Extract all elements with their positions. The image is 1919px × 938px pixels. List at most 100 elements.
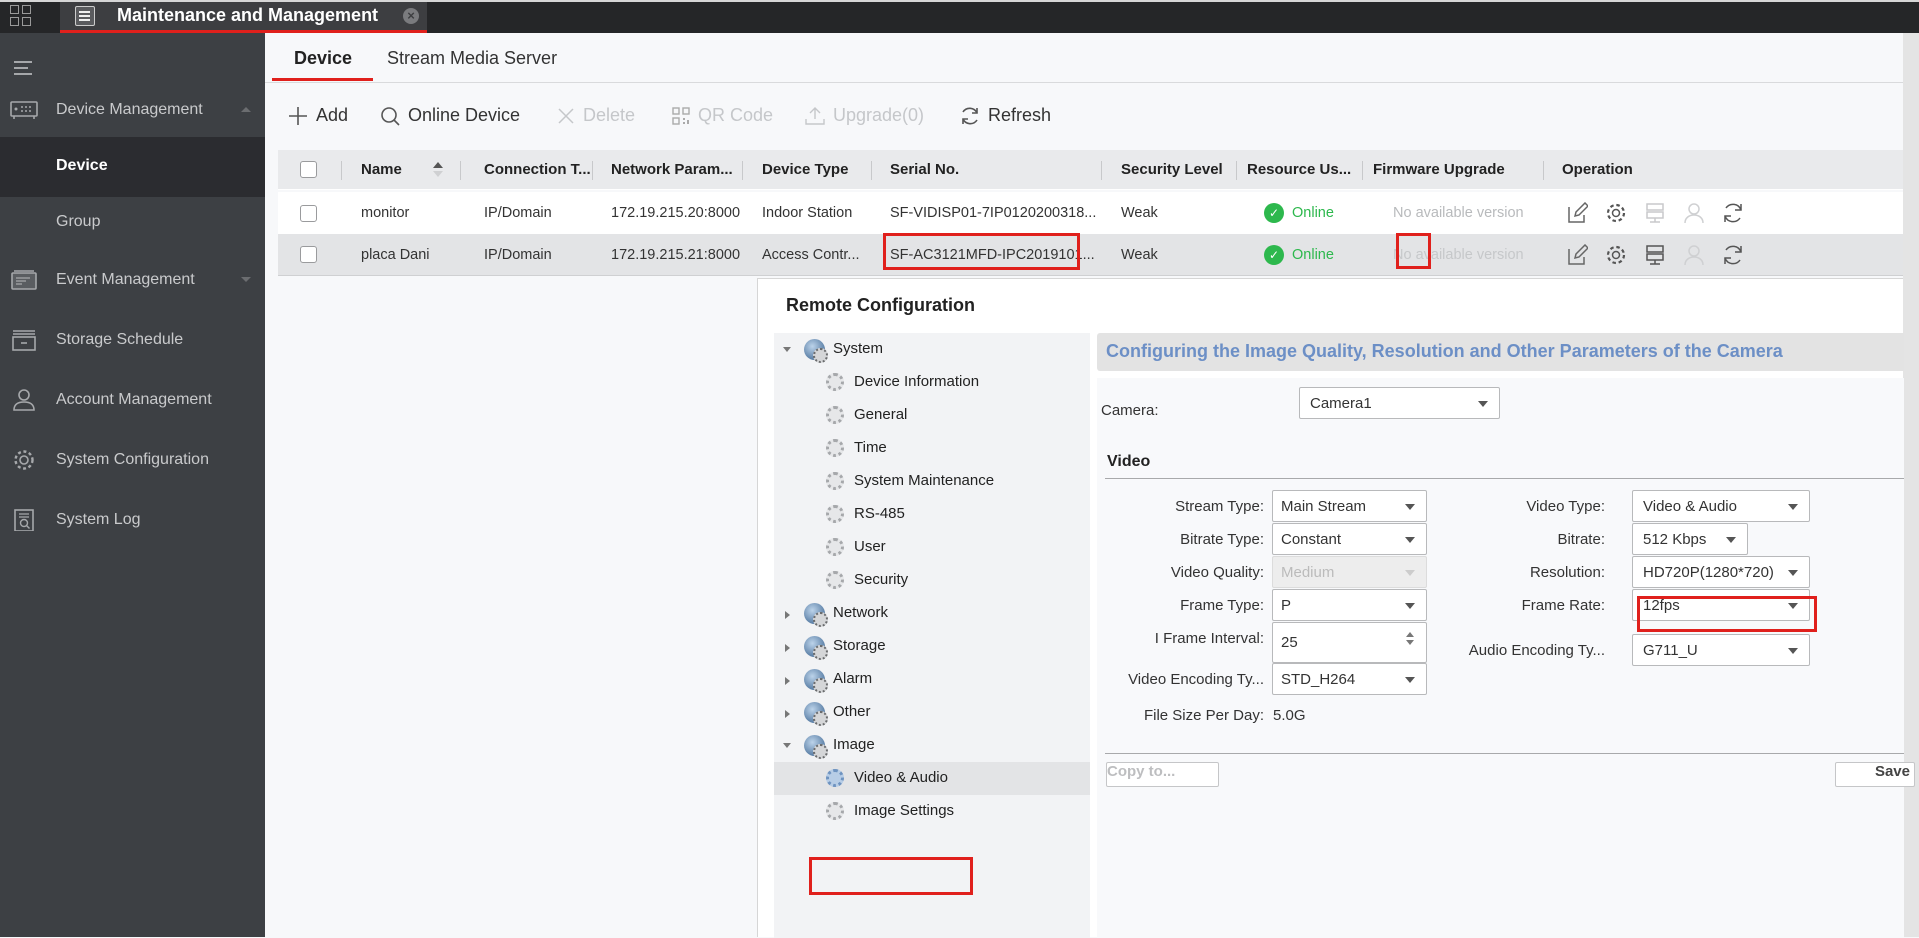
gear-icon — [826, 472, 844, 490]
close-tab-icon[interactable]: × — [403, 8, 419, 24]
caret-down-icon[interactable] — [783, 743, 791, 748]
row-checkbox[interactable] — [300, 192, 317, 234]
audio-encoding-ty-select[interactable]: G711_U — [1632, 634, 1810, 666]
tree-item-time[interactable]: Time — [774, 432, 1090, 465]
table-row[interactable]: monitor IP/Domain 172.19.215.20:8000 Ind… — [278, 192, 1903, 234]
stream-type-select[interactable]: Main Stream — [1272, 490, 1427, 522]
tree-item-image-settings[interactable]: Image Settings — [774, 795, 1090, 828]
camera-select[interactable]: Camera1 — [1299, 387, 1500, 419]
sidebar-item-event-management[interactable]: Event Management — [0, 251, 265, 311]
remote-server-icon[interactable] — [1644, 244, 1666, 266]
globe-gear-icon — [804, 603, 828, 627]
tree-item-label: System Maintenance — [854, 472, 995, 489]
dialog-title: Remote Configuration — [786, 295, 975, 315]
globe-gear-icon — [804, 702, 828, 726]
col-connection-type[interactable]: Connection T... — [484, 150, 591, 189]
sidebar-item-device-management[interactable]: Device Management — [0, 81, 265, 141]
caret-right-icon[interactable] — [785, 710, 790, 718]
col-firmware-upgrade[interactable]: Firmware Upgrade — [1373, 150, 1505, 189]
sidebar-item-system-log[interactable]: System Log — [0, 491, 265, 551]
tree-item-image[interactable]: Image — [774, 729, 1090, 762]
table-row[interactable]: placa Dani IP/Domain 172.19.215.21:8000 … — [278, 234, 1903, 276]
sidebar-item-storage-schedule[interactable]: Storage Schedule — [0, 311, 265, 371]
tree-item-storage[interactable]: Storage — [774, 630, 1090, 663]
operation-icons — [1566, 192, 1744, 234]
apps-grid-button[interactable] — [10, 5, 34, 29]
field-label: I Frame Interval: — [1154, 630, 1264, 647]
col-resource-usage[interactable]: Resource Us... — [1247, 150, 1351, 189]
tree-item-network[interactable]: Network — [774, 597, 1090, 630]
tree-item-alarm[interactable]: Alarm — [774, 663, 1090, 696]
bitrate-select[interactable]: 512 Kbps — [1632, 523, 1748, 555]
col-serial-no[interactable]: Serial No. — [890, 150, 959, 189]
globe-gear-icon — [804, 669, 828, 693]
chevron-down-icon — [1478, 401, 1488, 407]
refresh-icon[interactable] — [1722, 244, 1744, 266]
add-button[interactable]: Add — [288, 105, 348, 126]
edit-icon[interactable] — [1566, 243, 1588, 266]
menu-icon[interactable] — [14, 61, 32, 75]
video-encoding-ty-select[interactable]: STD_H264 — [1272, 663, 1427, 695]
edit-icon[interactable] — [1566, 202, 1588, 224]
delete-button[interactable]: Delete — [557, 105, 635, 126]
tree-item-system-maintenance[interactable]: System Maintenance — [774, 465, 1090, 498]
user-icon[interactable] — [1683, 244, 1705, 266]
caret-right-icon[interactable] — [785, 611, 790, 619]
row-checkbox[interactable] — [300, 234, 317, 275]
log-icon — [14, 509, 34, 531]
gear-icon — [826, 802, 844, 820]
video-type-select[interactable]: Video & Audio — [1632, 490, 1810, 522]
field-label: Resolution: — [1529, 564, 1605, 581]
field-label: Video Quality: — [1170, 564, 1264, 581]
col-name[interactable]: Name — [361, 150, 402, 189]
user-icon[interactable] — [1683, 202, 1705, 224]
tree-item-general[interactable]: General — [774, 399, 1090, 432]
tree-item-user[interactable]: User — [774, 531, 1090, 564]
sidebar-item-device[interactable]: Device — [0, 137, 265, 197]
config-tree: System Device Information General Time Syste… — [774, 333, 1090, 938]
add-label: Add — [316, 105, 349, 125]
sidebar-item-group[interactable]: Group — [0, 193, 265, 253]
tree-item-device-information[interactable]: Device Information — [774, 366, 1090, 399]
select-all-checkbox[interactable] — [300, 150, 317, 189]
caret-down-icon[interactable] — [783, 347, 791, 352]
bitrate-type-select[interactable]: Constant — [1272, 523, 1427, 555]
col-security-level[interactable]: Security Level — [1121, 150, 1223, 189]
settings-icon[interactable] — [1605, 244, 1627, 266]
i-frame-interval-spinner[interactable]: 25 — [1272, 622, 1427, 663]
caret-right-icon[interactable] — [785, 677, 790, 685]
resolution-select[interactable]: HD720P(1280*720) — [1632, 556, 1810, 588]
refresh-button[interactable]: Refresh — [960, 105, 1051, 126]
copy-to-button[interactable]: Copy to... — [1106, 762, 1219, 787]
tree-item-rs-485[interactable]: RS-485 — [774, 498, 1090, 531]
vertical-scrollbar[interactable] — [1903, 33, 1919, 937]
tab-device[interactable]: Device — [294, 48, 352, 69]
sidebar-item-system-configuration[interactable]: System Configuration — [0, 431, 265, 491]
device-name: monitor — [361, 205, 410, 221]
frame-type-select[interactable]: P — [1272, 589, 1427, 621]
sidebar-item-account-management[interactable]: Account Management — [0, 371, 265, 431]
tree-item-system[interactable]: System — [774, 333, 1090, 366]
sort-icon[interactable] — [433, 150, 443, 189]
remote-server-icon[interactable] — [1644, 202, 1666, 224]
col-device-type[interactable]: Device Type — [762, 150, 848, 189]
col-network-params[interactable]: Network Param... — [611, 150, 733, 189]
settings-icon[interactable] — [1605, 202, 1627, 224]
qr-code-button[interactable]: QR Code — [672, 105, 773, 126]
tab-stream-media-server[interactable]: Stream Media Server — [387, 48, 557, 69]
upgrade-button[interactable]: Upgrade(0) — [805, 105, 924, 126]
security-level: Weak — [1121, 205, 1158, 221]
tree-item-security[interactable]: Security — [774, 564, 1090, 597]
refresh-icon[interactable] — [1722, 202, 1744, 224]
event-icon — [11, 270, 37, 290]
tree-item-label: Network — [833, 604, 889, 621]
tree-item-label: Other — [833, 703, 871, 720]
tree-item-video-audio[interactable]: Video & Audio — [774, 762, 1090, 795]
online-device-button[interactable]: Online Device — [380, 105, 520, 126]
frame-rate-select[interactable]: 12fps — [1632, 589, 1810, 621]
save-button[interactable]: Save — [1835, 762, 1915, 787]
chevron-down-icon — [1405, 677, 1415, 683]
tab-maintenance-and-management[interactable]: Maintenance and Management × — [60, 2, 427, 33]
tree-item-other[interactable]: Other — [774, 696, 1090, 729]
caret-right-icon[interactable] — [785, 644, 790, 652]
